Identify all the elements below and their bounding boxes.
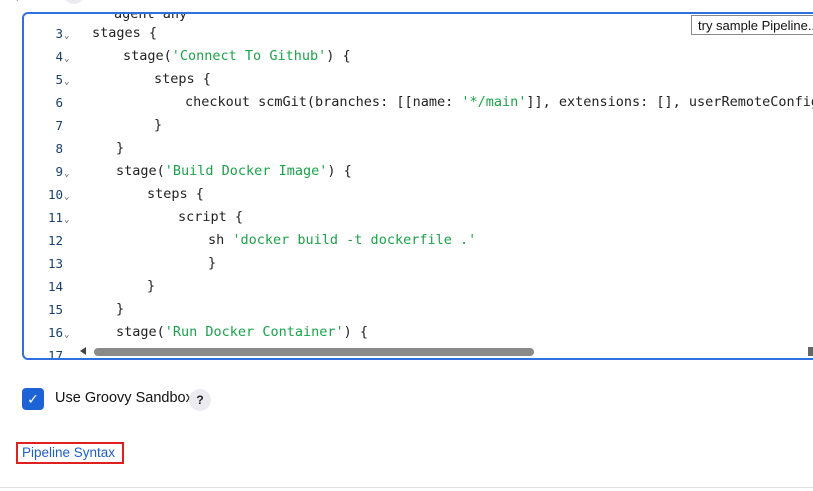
line-number-text: 12 [47,233,63,248]
line-number: 8 [24,137,74,160]
line-number-text: 10 [47,187,63,202]
line-number-text: 14 [47,279,63,294]
use-groovy-sandbox-checkbox[interactable]: ✓ [22,388,44,410]
code-line[interactable]: script { [178,206,243,229]
string-literal: 'Build Docker Image' [164,163,328,179]
code-token: ) { [327,163,352,179]
line-number-text: 6 [55,95,63,110]
line-number-text: 9 [55,164,63,179]
line-number: 3⌄ [24,22,74,45]
code-line[interactable]: sh 'docker build -t dockerfile .' [208,229,476,252]
code-line[interactable]: stages { [92,22,157,45]
line-number: 15 [24,298,74,321]
line-number-text: 5 [55,72,63,87]
code-line[interactable]: } [208,252,216,275]
pipeline-script-editor[interactable]: agent any 3⌄ 4⌄ 5⌄ 6 7 8 9⌄ 10⌄ 11⌄ 12 13 14 15 16⌄ 17… [22,12,813,360]
code-token: steps { [147,186,204,202]
line-number-text: 11 [47,210,63,225]
line-number-text: 3 [55,26,63,41]
line-number: 11⌄ [24,206,74,229]
code-line[interactable]: stage('Connect To Github') { [123,45,351,68]
code-token: script { [178,209,244,225]
previous-field-fragment: p [0,0,110,4]
scrollbar-thumb[interactable] [94,348,534,356]
line-number: 14 [24,275,74,298]
code-token: } [147,278,156,294]
previous-help-button[interactable] [64,0,84,4]
line-number-text: 8 [55,141,63,156]
line-number: 16⌄ [24,321,74,344]
code-line[interactable]: stage('Run Docker Container') { [116,321,368,344]
code-token: } [154,117,163,133]
code-token: ) { [343,324,368,340]
line-number: 9⌄ [24,160,74,183]
string-literal: '*/main' [461,94,527,110]
code-token: ) { [326,48,351,64]
line-number-text: 15 [47,302,63,317]
line-number: 12 [24,229,74,252]
pipeline-syntax-link[interactable]: Pipeline Syntax [16,442,124,464]
code-token: sh [208,232,233,248]
line-number-text: 4 [55,49,63,64]
code-line[interactable]: steps { [154,68,211,91]
code-line[interactable]: checkout scmGit(branches: [[name: '*/mai… [185,91,813,114]
code-token: stage( [123,48,172,64]
code-token: } [208,255,217,271]
line-number: 13 [24,252,74,275]
code-line[interactable]: } [147,275,155,298]
line-number: 4⌄ [24,45,74,68]
code-line[interactable]: } [116,298,124,321]
string-literal: 'Run Docker Container' [164,324,344,340]
editor-horizontal-scrollbar[interactable] [24,344,813,358]
code-token: stages { [92,25,158,41]
code-token: steps { [154,71,211,87]
string-literal: 'docker build -t dockerfile .' [232,232,477,248]
divider [0,487,813,488]
code-line[interactable]: steps { [147,183,204,206]
try-sample-pipeline-dropdown[interactable]: try sample Pipeline... [691,15,813,35]
code-token: stage( [116,163,165,179]
string-literal: 'Connect To Github' [171,48,327,64]
line-number-text: 7 [55,118,63,133]
line-number-text: 16 [47,325,63,340]
line-number: 6 [24,91,74,114]
code-line[interactable]: } [154,114,162,137]
scroll-right-icon[interactable] [808,347,813,356]
help-icon[interactable]: ? [189,389,211,411]
line-number: 10⌄ [24,183,74,206]
previous-field-label-fragment: p [16,0,23,1]
code-token: } [116,140,125,156]
code-line[interactable]: stage('Build Docker Image') { [116,160,352,183]
code-token: checkout scmGit(branches: [[name: [185,94,462,110]
use-groovy-sandbox-label[interactable]: Use Groovy Sandbox [55,390,193,406]
code-line[interactable]: } [116,137,124,160]
code-token: } [116,301,125,317]
line-number-text: 13 [47,256,63,271]
scroll-left-icon[interactable] [80,347,86,355]
code-token: stage( [116,324,165,340]
line-number: 5⌄ [24,68,74,91]
line-number: 7 [24,114,74,137]
code-token: ]], extensions: [], userRemoteConfigs [526,94,813,110]
